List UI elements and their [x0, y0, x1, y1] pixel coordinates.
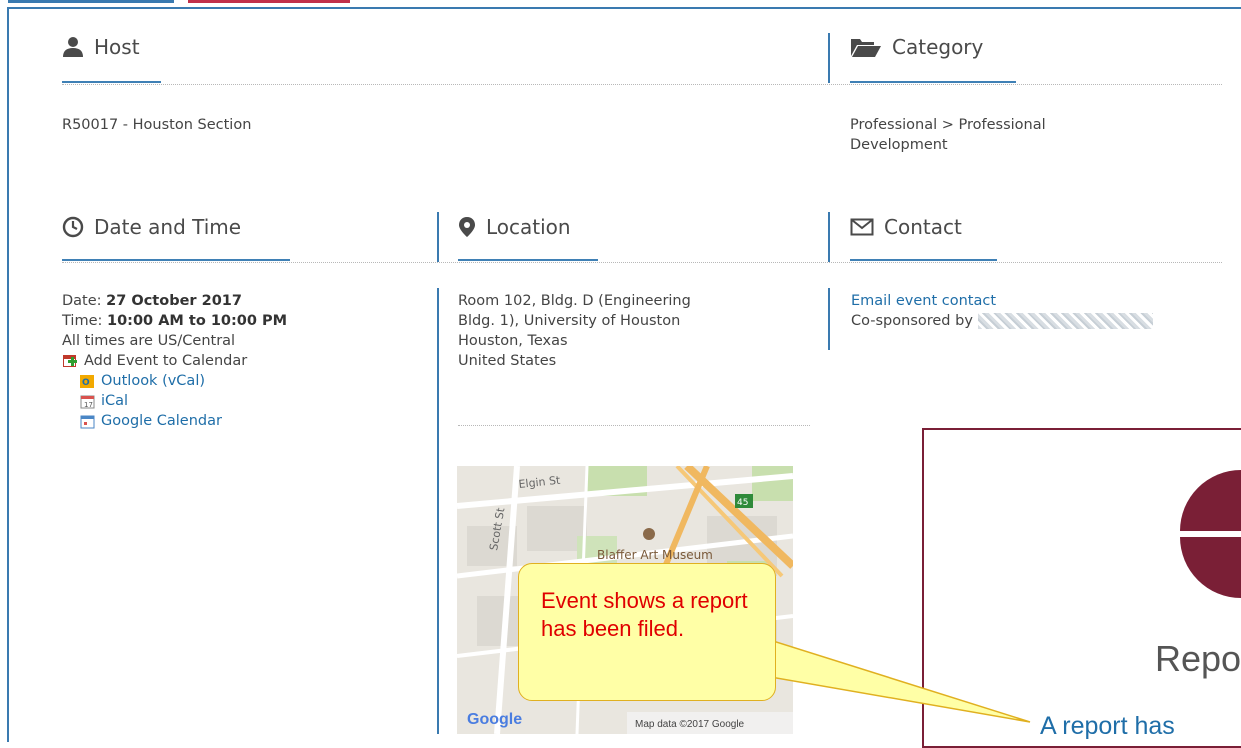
callout-text: Event shows a report has been filed. [541, 588, 748, 641]
